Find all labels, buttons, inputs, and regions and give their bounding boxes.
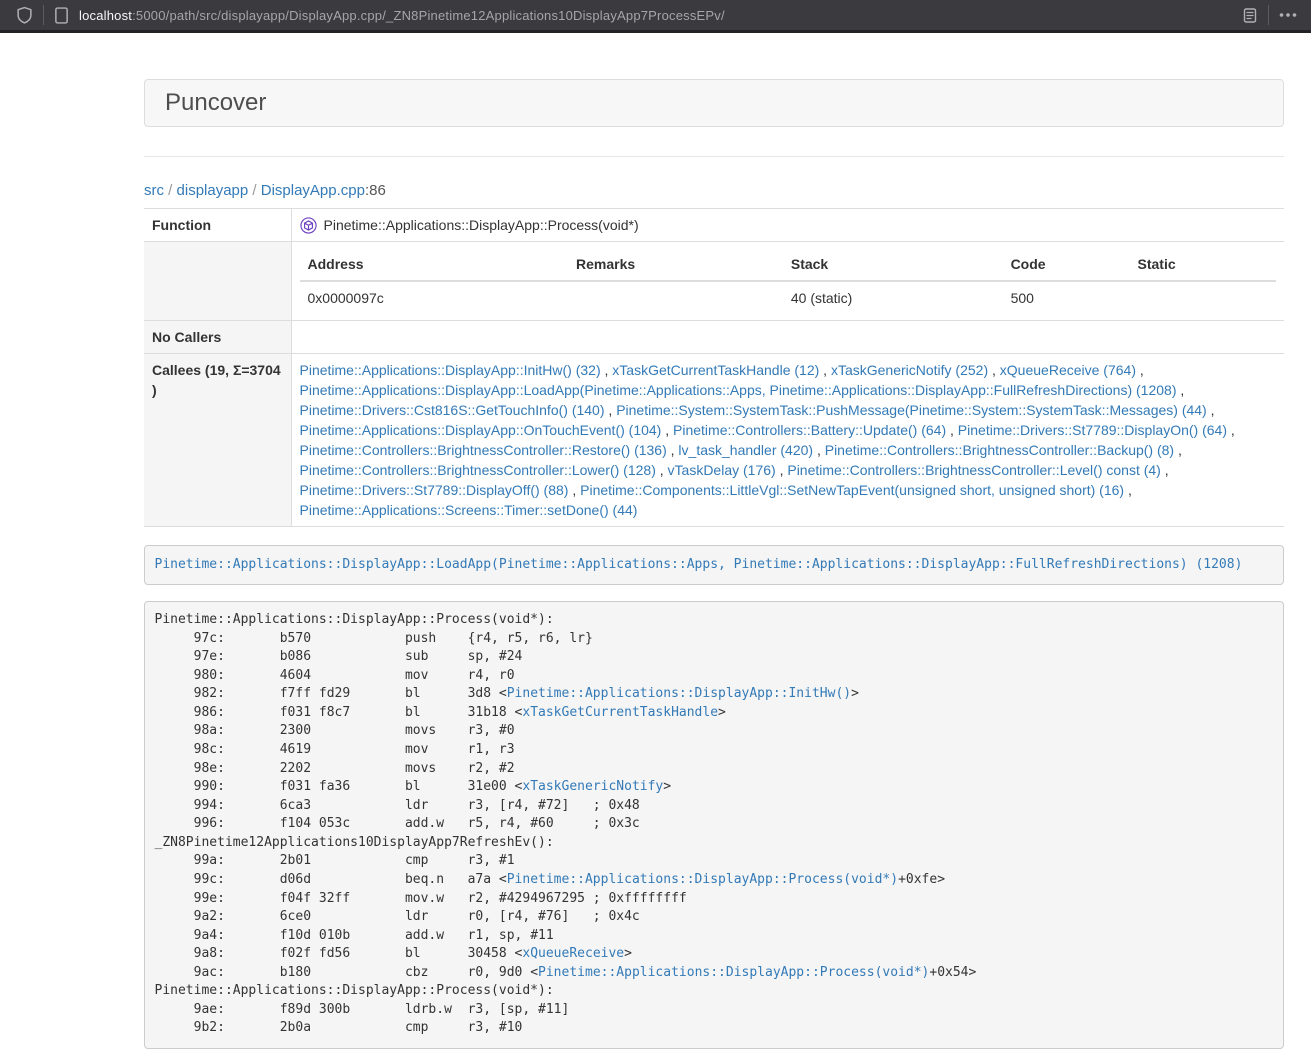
menu-icon[interactable]: [1279, 12, 1297, 18]
callee-separator: ,: [1227, 422, 1235, 438]
callee-link[interactable]: Pinetime::Controllers::BrightnessControl…: [300, 442, 667, 458]
stats-col-header: Address: [300, 248, 569, 281]
toolbar-divider: [1268, 5, 1269, 25]
no-callers-label: No Callers: [144, 321, 291, 354]
callee-separator: ,: [667, 442, 679, 458]
stats-table: AddressRemarksStackCodeStatic 0x0000097c…: [300, 248, 1277, 314]
callee-separator: ,: [813, 442, 825, 458]
callee-separator: ,: [1124, 482, 1132, 498]
stats-col-header: Code: [1003, 248, 1130, 281]
callee-separator: ,: [819, 362, 831, 378]
function-name: Pinetime::Applications::DisplayApp::Proc…: [324, 215, 639, 235]
stats-value-row: 0x0000097c 40 (static)500: [300, 281, 1277, 314]
url-host: localhost: [79, 8, 132, 23]
callee-link[interactable]: Pinetime::Drivers::St7789::DisplayOff() …: [300, 482, 569, 498]
app-header-panel: Puncover: [144, 79, 1284, 127]
url-bar[interactable]: localhost:5000/path/src/displayapp/Displ…: [54, 7, 1242, 24]
callees-list: Pinetime::Applications::DisplayApp::Init…: [291, 354, 1284, 527]
callee-link[interactable]: Pinetime::System::SystemTask::PushMessag…: [616, 402, 1207, 418]
callee-link[interactable]: Pinetime::Controllers::BrightnessControl…: [787, 462, 1160, 478]
callee-separator: ,: [601, 362, 613, 378]
callee-separator: ,: [661, 422, 673, 438]
callee-link[interactable]: vTaskDelay (176): [668, 462, 776, 478]
callee-link[interactable]: xTaskGetCurrentTaskHandle (12): [612, 362, 819, 378]
callee-link[interactable]: Pinetime::Applications::DisplayApp::Init…: [300, 362, 601, 378]
callee-link[interactable]: lv_task_handler (420): [678, 442, 813, 458]
callee-separator: ,: [1161, 462, 1169, 478]
function-row: Function Pinetime::Applications::Display…: [144, 209, 1284, 242]
symbol-cube-icon: [300, 217, 317, 234]
asm-symbol-link[interactable]: xTaskGetCurrentTaskHandle: [522, 705, 718, 720]
callee-separator: ,: [1176, 382, 1184, 398]
asm-symbol-link[interactable]: xQueueReceive: [522, 946, 624, 961]
callee-link[interactable]: Pinetime::Controllers::BrightnessControl…: [300, 462, 656, 478]
callee-separator: ,: [1174, 442, 1182, 458]
reader-mode-icon[interactable]: [1242, 7, 1258, 24]
callee-separator: ,: [656, 462, 668, 478]
disassembly-block: Pinetime::Applications::DisplayApp::Proc…: [144, 601, 1284, 1049]
breadcrumb-link[interactable]: DisplayApp.cpp: [261, 182, 365, 199]
breadcrumb-link[interactable]: src: [144, 182, 164, 199]
callees-label: Callees (19, Σ=3704 ): [144, 354, 291, 527]
callee-link[interactable]: xQueueReceive (764): [1000, 362, 1136, 378]
callee-link[interactable]: Pinetime::Controllers::BrightnessControl…: [825, 442, 1174, 458]
callee-link[interactable]: Pinetime::Drivers::Cst816S::GetTouchInfo…: [300, 402, 605, 418]
callee-separator: ,: [776, 462, 788, 478]
asm-symbol-link[interactable]: Pinetime::Applications::DisplayApp::Proc…: [538, 965, 929, 980]
stats-row-spacer: [144, 242, 291, 321]
callee-link[interactable]: xTaskGenericNotify (252): [831, 362, 988, 378]
stats-value-cell: 0x0000097c: [300, 281, 569, 314]
asm-symbol-link[interactable]: xTaskGenericNotify: [522, 779, 663, 794]
callee-separator: ,: [988, 362, 1000, 378]
function-info-table: Function Pinetime::Applications::Display…: [144, 208, 1284, 527]
stats-value-cell: 40 (static): [783, 281, 1003, 314]
callee-link[interactable]: Pinetime::Drivers::St7789::DisplayOn() (…: [958, 422, 1227, 438]
callee-link[interactable]: Pinetime::Applications::Screens::Timer::…: [300, 502, 638, 518]
asm-symbol-link[interactable]: Pinetime::Applications::DisplayApp::Init…: [507, 686, 851, 701]
breadcrumb-separator: /: [164, 182, 177, 199]
breadcrumb-separator: /: [248, 182, 261, 199]
shield-icon[interactable]: [16, 6, 33, 24]
callee-link[interactable]: Pinetime::Components::LittleVgl::SetNewT…: [580, 482, 1124, 498]
caller-box: Pinetime::Applications::DisplayApp::Load…: [144, 545, 1284, 585]
callee-separator: ,: [568, 482, 580, 498]
callee-link[interactable]: Pinetime::Controllers::Battery::Update()…: [673, 422, 946, 438]
asm-symbol-link[interactable]: Pinetime::Applications::DisplayApp::Proc…: [507, 872, 898, 887]
breadcrumb-link[interactable]: displayapp: [177, 182, 249, 199]
page-icon: [54, 7, 69, 24]
stats-value-cell: [568, 281, 783, 314]
breadcrumb: src / displayapp / DisplayApp.cpp:86: [144, 181, 1284, 201]
stats-col-header: Stack: [783, 248, 1003, 281]
stats-col-header: Static: [1130, 248, 1277, 281]
callee-separator: ,: [1207, 402, 1215, 418]
callers-row: No Callers: [144, 321, 1284, 354]
stats-row: AddressRemarksStackCodeStatic 0x0000097c…: [144, 242, 1284, 321]
function-row-label: Function: [144, 209, 291, 242]
divider: [144, 156, 1284, 157]
callee-separator: ,: [1136, 362, 1144, 378]
callee-separator: ,: [605, 402, 617, 418]
callees-row: Callees (19, Σ=3704 ) Pinetime::Applicat…: [144, 354, 1284, 527]
browser-toolbar: localhost:5000/path/src/displayapp/Displ…: [0, 0, 1311, 33]
caller-link[interactable]: Pinetime::Applications::DisplayApp::Load…: [155, 557, 1243, 572]
callee-separator: ,: [946, 422, 958, 438]
callers-list: [291, 321, 1284, 354]
stats-value-cell: [1130, 281, 1277, 314]
breadcrumb-line-number: :86: [365, 182, 386, 199]
stats-header-row: AddressRemarksStackCodeStatic: [300, 248, 1277, 281]
callee-link[interactable]: Pinetime::Applications::DisplayApp::OnTo…: [300, 422, 662, 438]
stats-col-header: Remarks: [568, 248, 783, 281]
page-container: Puncover src / displayapp / DisplayApp.c…: [144, 79, 1284, 1049]
page-title: Puncover: [165, 89, 266, 116]
toolbar-divider: [43, 5, 44, 25]
stats-value-cell: 500: [1003, 281, 1130, 314]
callee-link[interactable]: Pinetime::Applications::DisplayApp::Load…: [300, 382, 1177, 398]
url-text: localhost:5000/path/src/displayapp/Displ…: [79, 8, 725, 23]
url-path: :5000/path/src/displayapp/DisplayApp.cpp…: [132, 8, 725, 23]
